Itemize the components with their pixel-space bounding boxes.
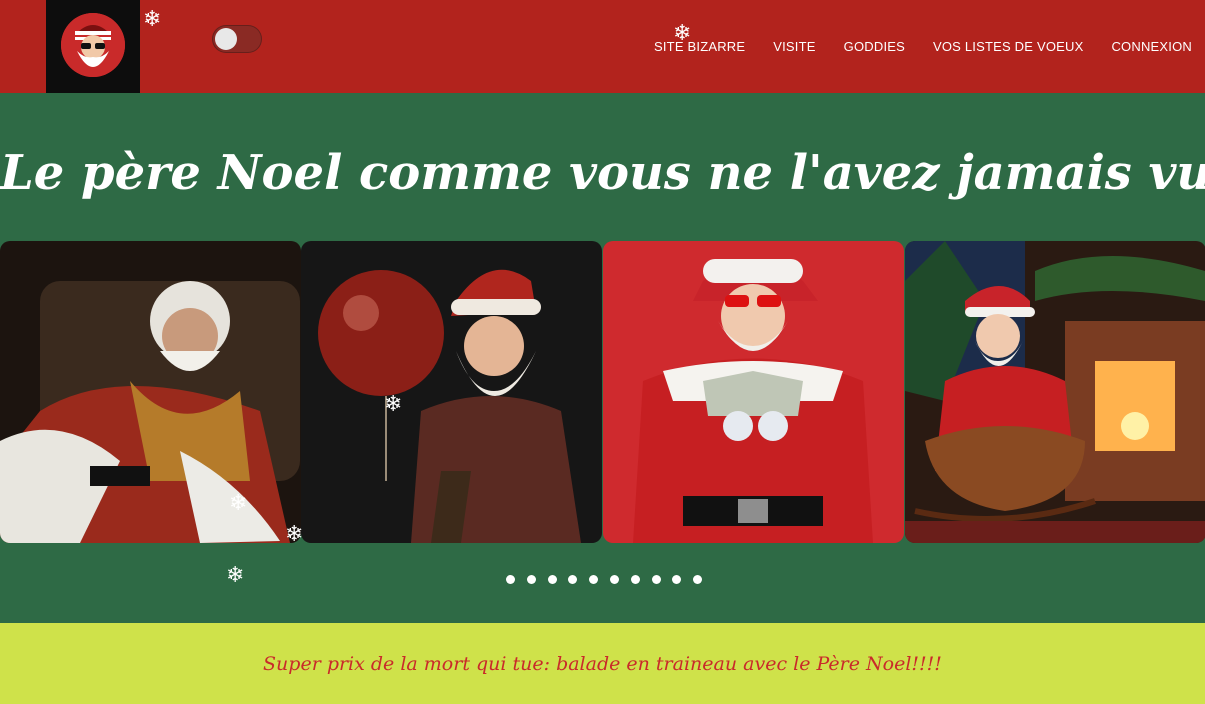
- carousel-slide-1[interactable]: [0, 241, 301, 543]
- nav-goddies[interactable]: GODDIES: [844, 39, 905, 54]
- nav-listes-voeux[interactable]: VOS LISTES DE VOEUX: [933, 39, 1083, 54]
- santa-sleigh-image: [905, 241, 1205, 543]
- logo[interactable]: [46, 0, 140, 93]
- snowflake-icon: ❄: [384, 392, 403, 417]
- snowflake-icon: ❄: [143, 7, 162, 32]
- nav-site-bizarre[interactable]: SITE BIZARRE: [654, 39, 745, 54]
- hero-section: Le père Noel comme vous ne l'avez jamais…: [0, 93, 1205, 623]
- carousel-slide-2[interactable]: [301, 241, 602, 543]
- carousel-dot-3[interactable]: [547, 575, 557, 584]
- snowflake-icon: ❄: [285, 522, 304, 547]
- carousel-dot-6[interactable]: [609, 575, 619, 584]
- carousel-dots: [506, 575, 714, 584]
- carousel-dot-5[interactable]: [589, 575, 599, 584]
- snowflake-icon: ❄: [229, 491, 248, 516]
- hero-title: Le père Noel comme vous ne l'avez jamais…: [0, 145, 1205, 201]
- carousel-dot-4[interactable]: [568, 575, 578, 584]
- promo-text: Super prix de la mort qui tue: balade en…: [263, 653, 942, 675]
- carousel-slide-4[interactable]: [905, 241, 1205, 543]
- nav-connexion[interactable]: CONNEXION: [1111, 39, 1192, 54]
- carousel-dot-9[interactable]: [672, 575, 682, 584]
- carousel-dot-10[interactable]: [693, 575, 703, 584]
- nav-visite[interactable]: VISITE: [773, 39, 815, 54]
- toggle-knob: [215, 28, 237, 50]
- carousel-dot-2[interactable]: [526, 575, 536, 584]
- santa-balloon-image: [301, 241, 602, 543]
- santa-logo-icon: [61, 13, 125, 77]
- main-nav: SITE BIZARRE VISITE GODDIES VOS LISTES D…: [626, 39, 1192, 54]
- santa-armchair-image: [0, 241, 301, 543]
- promo-banner: Super prix de la mort qui tue: balade en…: [0, 623, 1205, 704]
- carousel-dot-8[interactable]: [651, 575, 661, 584]
- snowflake-icon: ❄: [226, 563, 245, 588]
- snowflake-icon: ❄: [673, 21, 692, 46]
- image-carousel[interactable]: [0, 241, 1205, 543]
- santa-money-image: [603, 241, 904, 543]
- carousel-dot-1[interactable]: [506, 575, 515, 584]
- site-header: SITE BIZARRE VISITE GODDIES VOS LISTES D…: [0, 0, 1205, 93]
- carousel-slide-3[interactable]: [603, 241, 904, 543]
- carousel-dot-7[interactable]: [630, 575, 640, 584]
- theme-toggle[interactable]: [212, 25, 262, 53]
